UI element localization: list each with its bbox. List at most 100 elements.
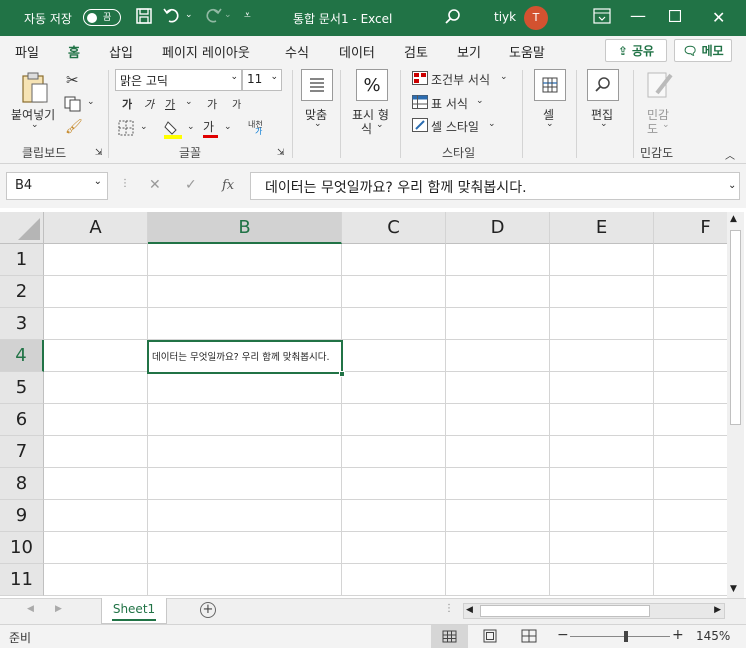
- tab-formulas[interactable]: 수식: [285, 42, 309, 61]
- row-header-4[interactable]: 4: [0, 340, 44, 372]
- cell[interactable]: [550, 468, 654, 500]
- cell[interactable]: [550, 308, 654, 340]
- undo-dropdown-icon[interactable]: ⌄: [185, 10, 193, 20]
- cell[interactable]: [654, 404, 727, 436]
- share-button[interactable]: ⇪ 공유: [605, 39, 667, 62]
- zoom-slider-thumb[interactable]: [624, 631, 628, 642]
- cell[interactable]: [550, 340, 654, 372]
- expand-formula-bar-icon[interactable]: ⌄: [728, 180, 736, 191]
- scroll-down-icon[interactable]: ▼: [730, 584, 737, 594]
- cell[interactable]: [342, 468, 446, 500]
- cell[interactable]: [654, 436, 727, 468]
- cell[interactable]: [654, 372, 727, 404]
- format-painter-icon[interactable]: 🖌: [65, 119, 83, 135]
- cell[interactable]: [446, 532, 550, 564]
- zoom-out-icon[interactable]: −: [557, 627, 569, 643]
- font-grow-button[interactable]: 가: [207, 96, 217, 112]
- cell[interactable]: [44, 404, 148, 436]
- cell[interactable]: [446, 340, 550, 372]
- maximize-icon[interactable]: [668, 9, 682, 25]
- tab-file[interactable]: 파일: [15, 42, 39, 61]
- borders-icon[interactable]: [118, 120, 134, 139]
- font-shrink-button[interactable]: 가: [232, 96, 241, 111]
- tab-review[interactable]: 검토: [404, 42, 428, 61]
- cell[interactable]: [148, 372, 342, 404]
- table-format-label[interactable]: 표 서식: [431, 95, 468, 112]
- conditional-format-icon[interactable]: [412, 71, 428, 88]
- collapse-ribbon-icon[interactable]: ︿: [725, 147, 735, 162]
- more-options-icon[interactable]: ⋮: [120, 178, 130, 189]
- cell[interactable]: [446, 500, 550, 532]
- horizontal-scrollbar[interactable]: ◀ ▶: [463, 603, 725, 619]
- cell[interactable]: [342, 340, 446, 372]
- row-header-10[interactable]: 10: [0, 532, 44, 564]
- scroll-right-icon[interactable]: ▶: [714, 605, 721, 615]
- fill-color-icon[interactable]: [164, 119, 182, 142]
- tab-view[interactable]: 보기: [457, 42, 481, 61]
- cell[interactable]: [342, 244, 446, 276]
- cell[interactable]: [148, 436, 342, 468]
- avatar[interactable]: T: [524, 6, 548, 30]
- row-header-2[interactable]: 2: [0, 276, 44, 308]
- vertical-scroll-thumb[interactable]: [730, 230, 741, 425]
- page-break-view-icon[interactable]: [521, 629, 537, 646]
- cell[interactable]: [342, 564, 446, 596]
- alignment-dropdown-icon[interactable]: ⌄: [314, 119, 322, 129]
- cell[interactable]: [550, 404, 654, 436]
- table-format-dropdown-icon[interactable]: ⌄: [476, 96, 484, 106]
- redo-icon[interactable]: [202, 7, 222, 28]
- column-header-c[interactable]: C: [342, 212, 446, 244]
- cell[interactable]: [446, 564, 550, 596]
- cell[interactable]: [550, 372, 654, 404]
- cell[interactable]: [446, 372, 550, 404]
- cell[interactable]: [148, 404, 342, 436]
- cell[interactable]: [44, 500, 148, 532]
- cell[interactable]: [44, 372, 148, 404]
- close-icon[interactable]: ✕: [712, 8, 725, 27]
- name-box[interactable]: B4 ⌄: [6, 172, 108, 200]
- cell[interactable]: [342, 500, 446, 532]
- horizontal-scroll-thumb[interactable]: [480, 605, 650, 617]
- cell-styles-dropdown-icon[interactable]: ⌄: [488, 119, 496, 129]
- tab-data[interactable]: 데이터: [339, 42, 375, 61]
- cell[interactable]: [654, 500, 727, 532]
- zoom-in-icon[interactable]: +: [672, 627, 684, 643]
- row-header-5[interactable]: 5: [0, 372, 44, 404]
- bold-button[interactable]: 가: [122, 96, 132, 112]
- conditional-format-label[interactable]: 조건부 서식: [431, 71, 490, 88]
- selected-cell-b4[interactable]: 데이터는 무엇일까요? 우리 함께 맞춰봅시다.: [147, 340, 343, 374]
- conditional-format-dropdown-icon[interactable]: ⌄: [500, 72, 508, 82]
- column-header-f[interactable]: F: [654, 212, 727, 244]
- row-header-3[interactable]: 3: [0, 308, 44, 340]
- page-layout-view-icon[interactable]: [483, 629, 497, 646]
- undo-icon[interactable]: [163, 7, 183, 28]
- column-header-b[interactable]: B: [148, 212, 342, 244]
- sheet-tab-sheet1[interactable]: Sheet1: [101, 598, 167, 624]
- row-header-8[interactable]: 8: [0, 468, 44, 500]
- copy-dropdown-icon[interactable]: ⌄: [87, 97, 95, 107]
- cell[interactable]: [550, 276, 654, 308]
- font-color-button[interactable]: 가: [203, 118, 218, 138]
- minimize-icon[interactable]: —: [630, 6, 646, 25]
- column-header-d[interactable]: D: [446, 212, 550, 244]
- cut-icon[interactable]: ✂: [66, 71, 79, 89]
- cell[interactable]: [44, 276, 148, 308]
- cell[interactable]: [148, 532, 342, 564]
- comments-button[interactable]: 🗨 메모: [674, 39, 732, 62]
- sensitivity-icon[interactable]: [645, 69, 675, 104]
- row-header-1[interactable]: 1: [0, 244, 44, 276]
- vertical-scrollbar[interactable]: ▲ ▼: [727, 212, 744, 598]
- scroll-left-icon[interactable]: ◀: [466, 605, 473, 615]
- cell[interactable]: [446, 308, 550, 340]
- cell[interactable]: [446, 404, 550, 436]
- sensitivity-dropdown-icon[interactable]: ⌄: [662, 120, 670, 130]
- cell[interactable]: [342, 404, 446, 436]
- row-header-6[interactable]: 6: [0, 404, 44, 436]
- cell[interactable]: [654, 276, 727, 308]
- cell-styles-icon[interactable]: [412, 118, 428, 135]
- cell[interactable]: [654, 244, 727, 276]
- cells-dropdown-icon[interactable]: ⌄: [546, 119, 554, 129]
- editing-dropdown-icon[interactable]: ⌄: [600, 119, 608, 129]
- next-sheet-icon[interactable]: ▶: [55, 604, 62, 614]
- prev-sheet-icon[interactable]: ◀: [27, 604, 34, 614]
